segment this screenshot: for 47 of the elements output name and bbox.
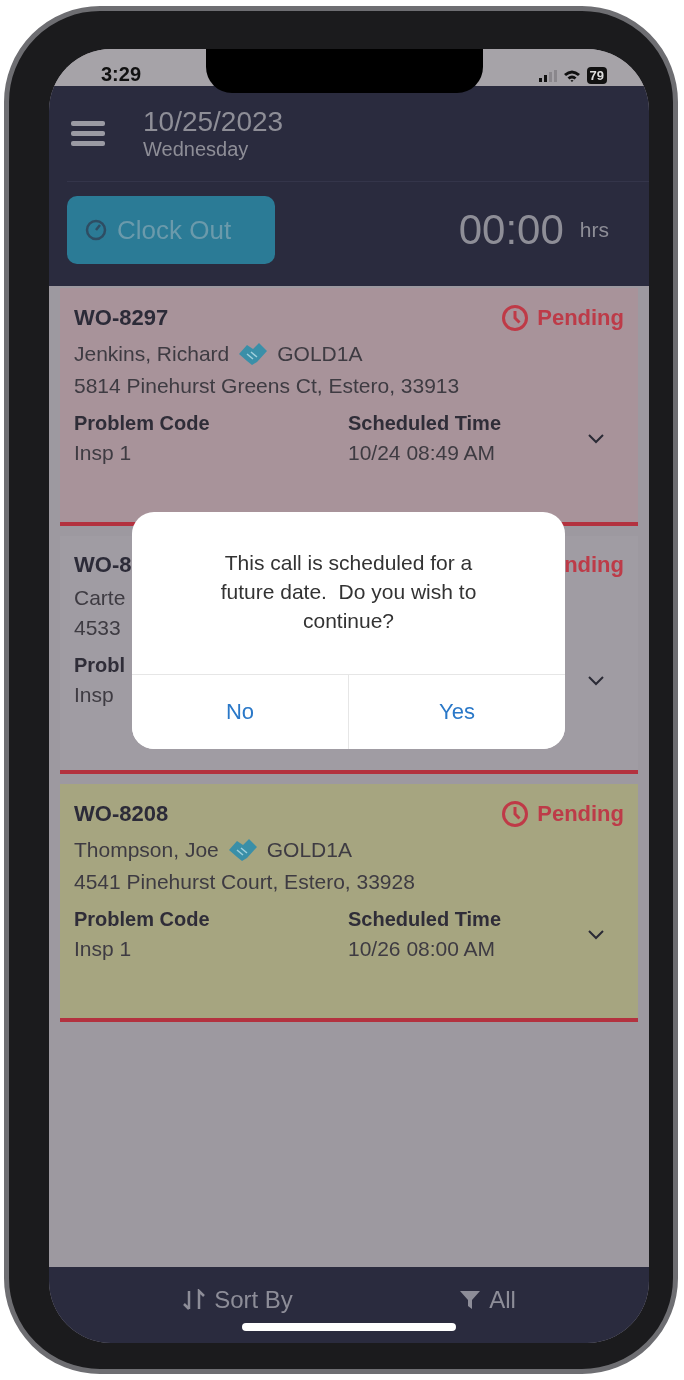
status-label: Pending bbox=[537, 305, 624, 331]
customer-tag: GOLD1A bbox=[277, 342, 363, 366]
sort-button[interactable]: Sort By bbox=[182, 1286, 293, 1314]
field-value: Insp 1 bbox=[74, 441, 133, 465]
stopwatch-icon bbox=[85, 219, 107, 241]
field-value: Insp 1 bbox=[74, 937, 133, 961]
work-order-number: WO-8208 bbox=[74, 801, 169, 827]
battery-level: 79 bbox=[586, 67, 607, 84]
work-order-card[interactable]: WO-8208 Pending Thompson, Joe GOLD1A 4541 Pinehurst Court, Estero, 33928 Problem Code Insp 1 Scheduled Time 10/26 08:00 AM bbox=[60, 784, 638, 1022]
field-value: Insp bbox=[74, 683, 115, 707]
status-label: Pending bbox=[537, 801, 624, 827]
hours-counter: 00:00 bbox=[458, 206, 564, 254]
field-label: Probl bbox=[74, 654, 127, 677]
chevron-down-icon[interactable] bbox=[588, 675, 604, 686]
dialog-button[interactable]: Yes bbox=[348, 675, 565, 749]
handshake-icon bbox=[237, 340, 270, 368]
signal-icon bbox=[538, 69, 557, 82]
field-value: 10/26 08:00 AM bbox=[348, 937, 497, 961]
header-date: 10/25/2023 bbox=[143, 106, 284, 138]
field-label: Problem Code bbox=[74, 412, 211, 435]
customer-name: Carte bbox=[74, 586, 126, 610]
field-label: Scheduled Time bbox=[348, 908, 502, 931]
service-address: 4541 Pinehurst Court, Estero, 33928 bbox=[74, 870, 415, 894]
dialog-message: This call is scheduled for a future date. Do you wish to continue? bbox=[219, 550, 478, 634]
work-order-number: WO-8297 bbox=[74, 305, 169, 331]
sort-icon bbox=[182, 1289, 207, 1311]
menu-icon[interactable] bbox=[71, 120, 105, 147]
service-address: 4533 bbox=[74, 616, 121, 640]
status-label: nding bbox=[564, 552, 624, 578]
wifi-icon bbox=[562, 69, 581, 82]
hours-unit: hrs bbox=[579, 218, 609, 242]
customer-name: Jenkins, Richard bbox=[74, 342, 230, 366]
status-time: 3:29 bbox=[101, 63, 142, 86]
customer-name: Thompson, Joe bbox=[74, 838, 219, 862]
filter-button[interactable]: All bbox=[459, 1286, 516, 1314]
chevron-down-icon[interactable] bbox=[588, 929, 604, 940]
work-order-card[interactable]: WO-8297 Pending Jenkins, Richard GOLD1A 5814 Pinehurst Greens Ct, Estero, 33913 Problem Code Insp 1 Scheduled Time 10/24 08:49 AM bbox=[60, 288, 638, 526]
chevron-down-icon[interactable] bbox=[588, 433, 604, 444]
work-order-number: WO-8 bbox=[74, 552, 132, 578]
field-value: 10/24 08:49 AM bbox=[348, 441, 497, 465]
handshake-icon bbox=[226, 836, 259, 864]
field-label: Problem Code bbox=[74, 908, 211, 931]
customer-tag: GOLD1A bbox=[266, 838, 352, 862]
filter-icon bbox=[459, 1289, 482, 1311]
header-weekday: Wednesday bbox=[143, 138, 250, 161]
field-label: Scheduled Time bbox=[348, 412, 502, 435]
service-address: 5814 Pinehurst Greens Ct, Estero, 33913 bbox=[74, 374, 460, 398]
